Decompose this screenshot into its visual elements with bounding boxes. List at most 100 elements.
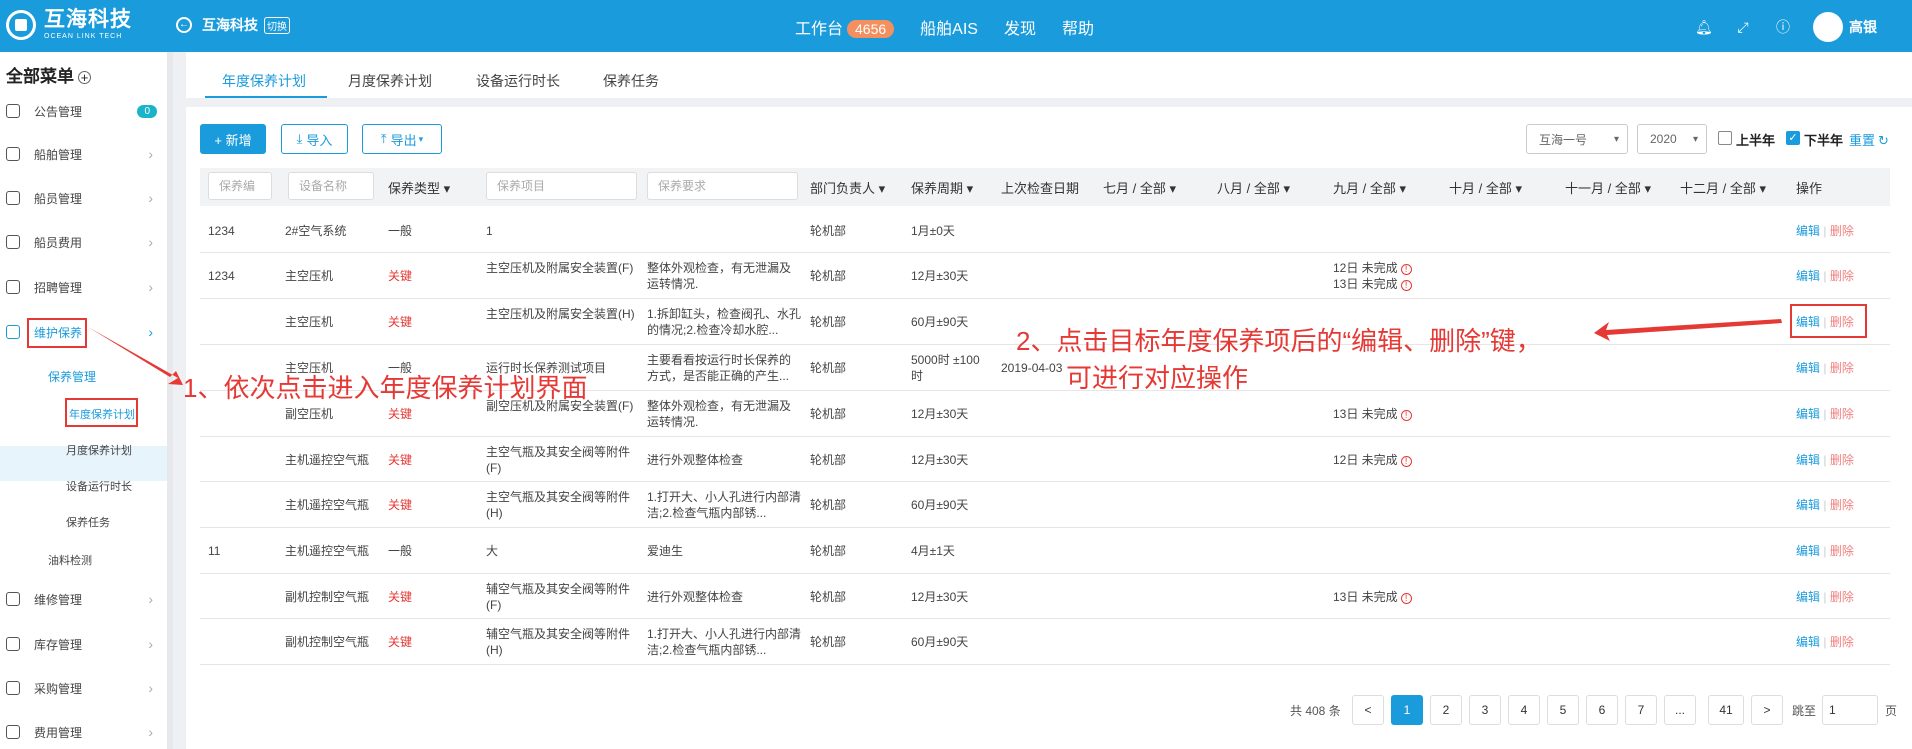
edit-button[interactable]: 编辑 (1796, 544, 1820, 558)
req-filter-input[interactable]: 保养要求 (647, 172, 798, 200)
code-filter-input[interactable]: 保养编 (208, 172, 272, 200)
row-actions: 编辑 | 删除 (1796, 589, 1854, 605)
sidebar-sub-monthly-plan[interactable]: 月度保养计划 (66, 442, 132, 458)
delete-button[interactable]: 删除 (1830, 635, 1854, 649)
edit-button[interactable]: 编辑 (1796, 269, 1820, 283)
delete-button[interactable]: 删除 (1830, 269, 1854, 283)
switch-button[interactable]: 切换 (264, 16, 290, 34)
cell-item: 主空气瓶及其安全阀等附件(H) (486, 490, 631, 520)
page-button[interactable]: ... (1664, 695, 1696, 725)
sidebar-sub-tasks[interactable]: 保养任务 (66, 514, 110, 530)
sidebar-item-purchase[interactable]: 采购管理 › (0, 673, 167, 703)
second-half-checkbox[interactable]: ✓ (1786, 131, 1800, 145)
cell-sep-status[interactable]: 13日 未完成! (1333, 589, 1412, 605)
delete-button[interactable]: 删除 (1830, 498, 1854, 512)
nav-workbench[interactable]: 工作台 4656 (795, 15, 895, 39)
page-button[interactable]: 1 (1391, 695, 1423, 725)
page-prev[interactable]: < (1352, 695, 1384, 725)
page-button[interactable]: 4 (1508, 695, 1540, 725)
nav-ais[interactable]: 船舶AIS (920, 15, 978, 39)
page-button[interactable]: 41 (1708, 695, 1744, 725)
jul-filter[interactable]: 七月 / 全部 ▾ (1103, 178, 1176, 197)
delete-button[interactable]: 删除 (1830, 590, 1854, 604)
nav-discover[interactable]: 发现 (1004, 15, 1036, 39)
nav-help[interactable]: 帮助 (1062, 15, 1094, 39)
bell-icon[interactable]: 🔔︎ (1695, 19, 1713, 35)
avatar[interactable] (1813, 12, 1843, 42)
tab-annual-plan[interactable]: 年度保养计划 (222, 71, 306, 91)
edit-button[interactable]: 编辑 (1796, 361, 1820, 375)
sidebar-item-stock[interactable]: 库存管理 › (0, 629, 167, 659)
sidebar-sub-oil[interactable]: 油料检测 (48, 552, 92, 568)
user-name[interactable]: 高银 (1849, 17, 1877, 37)
logo[interactable]: 互海科技 OCEAN LINK TECH (6, 9, 132, 40)
plus-icon[interactable]: + (78, 71, 91, 84)
page-next[interactable]: > (1751, 695, 1783, 725)
delete-button[interactable]: 删除 (1830, 224, 1854, 238)
company-switcher[interactable]: ← 互海科技 切换 (176, 15, 290, 35)
cycle-filter[interactable]: 保养周期 ▾ (911, 178, 973, 197)
delete-button[interactable]: 删除 (1830, 544, 1854, 558)
edit-button[interactable]: 编辑 (1796, 498, 1820, 512)
table-row (200, 482, 1890, 528)
sidebar-item-fees[interactable]: 费用管理 › (0, 717, 167, 747)
cell-sep-status[interactable]: 12日 未完成! (1333, 260, 1412, 276)
page-button[interactable]: 6 (1586, 695, 1618, 725)
delete-button[interactable]: 删除 (1830, 407, 1854, 421)
sidebar-sub-maintenance-mgmt[interactable]: 保养管理 (48, 368, 96, 385)
edit-button[interactable]: 编辑 (1796, 407, 1820, 421)
cell-dept: 轮机部 (810, 590, 847, 604)
nov-filter[interactable]: 十一月 / 全部 ▾ (1565, 178, 1651, 197)
tab-tasks[interactable]: 保养任务 (603, 71, 659, 91)
row-actions: 编辑 | 删除 (1796, 452, 1854, 468)
sidebar-sub-runtime[interactable]: 设备运行时长 (66, 478, 132, 494)
type-filter[interactable]: 保养类型 ▾ (388, 178, 450, 197)
edit-button[interactable]: 编辑 (1796, 590, 1820, 604)
help-icon[interactable]: ⓘ (1775, 19, 1791, 35)
row-actions: 编辑 | 删除 (1796, 634, 1854, 650)
device-filter-input[interactable]: 设备名称 (288, 172, 374, 200)
cell-sep-status[interactable]: 13日 未完成! (1333, 276, 1412, 292)
sidebar-item-crew-cost[interactable]: 船员费用 › (0, 227, 167, 257)
cell-type: 关键 (388, 315, 413, 329)
tab-underline (205, 96, 327, 98)
item-filter-input[interactable]: 保养项目 (486, 172, 637, 200)
fullscreen-icon[interactable]: ⤢ (1735, 19, 1751, 35)
cell-sep-status[interactable]: 12日 未完成! (1333, 452, 1412, 468)
cell-sep-status[interactable]: 13日 未完成! (1333, 406, 1412, 422)
sidebar-item-ships[interactable]: 船舶管理 › (0, 139, 167, 169)
delete-button[interactable]: 删除 (1830, 453, 1854, 467)
sidebar-item-recruit[interactable]: 招聘管理 › (0, 272, 167, 302)
import-button[interactable]: ⤓ 导入 (281, 124, 348, 154)
year-select[interactable]: 2020 ▾ (1637, 124, 1707, 154)
page-button[interactable]: 2 (1430, 695, 1462, 725)
edit-button[interactable]: 编辑 (1796, 453, 1820, 467)
oct-filter[interactable]: 十月 / 全部 ▾ (1449, 178, 1522, 197)
page-button[interactable]: 7 (1625, 695, 1657, 725)
page-button[interactable]: 3 (1469, 695, 1501, 725)
page-jump-input[interactable]: 1 (1822, 695, 1878, 725)
dept-filter[interactable]: 部门负责人 ▾ (810, 178, 885, 197)
dec-filter[interactable]: 十二月 / 全部 ▾ (1680, 178, 1766, 197)
page-jump-label: 跳至 (1792, 703, 1817, 718)
aug-filter[interactable]: 八月 / 全部 ▾ (1217, 178, 1290, 197)
separator: | (1820, 407, 1830, 421)
sidebar-item-crew[interactable]: 船员管理 › (0, 183, 167, 213)
sidebar-item-notice[interactable]: 公告管理 0 (0, 96, 167, 126)
ship-select[interactable]: 互海一号 ▾ (1526, 124, 1628, 154)
export-button[interactable]: ⤒ 导出 ▾ (362, 124, 442, 154)
tab-runtime[interactable]: 设备运行时长 (476, 71, 560, 91)
reset-button[interactable]: 重置 ↻ (1849, 130, 1889, 149)
delete-button[interactable]: 删除 (1830, 361, 1854, 375)
recruit-icon (6, 280, 20, 294)
edit-button[interactable]: 编辑 (1796, 635, 1820, 649)
add-button[interactable]: + 新增 (200, 124, 266, 154)
cell-device: 副机控制空气瓶 (285, 635, 370, 649)
first-half-checkbox[interactable] (1718, 131, 1732, 145)
page-button[interactable]: 5 (1547, 695, 1579, 725)
sidebar-item-repair[interactable]: 维修管理 › (0, 584, 167, 614)
tab-monthly-plan[interactable]: 月度保养计划 (348, 71, 432, 91)
sep-filter[interactable]: 九月 / 全部 ▾ (1333, 178, 1406, 197)
tab-bar (186, 52, 1912, 98)
edit-button[interactable]: 编辑 (1796, 224, 1820, 238)
